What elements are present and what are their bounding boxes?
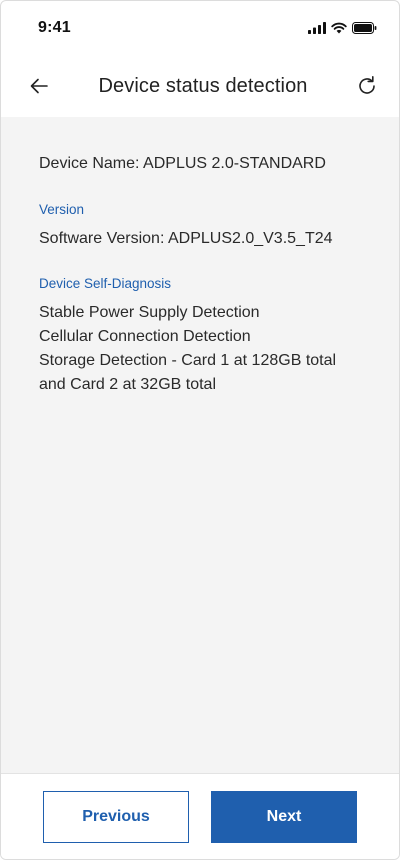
- back-arrow-icon[interactable]: [23, 70, 55, 102]
- device-name: Device Name: ADPLUS 2.0-STANDARD: [39, 155, 326, 172]
- cellular-signal-icon: [308, 22, 326, 34]
- detection-content: Device Name: ADPLUS 2.0-STANDARD Version…: [1, 117, 399, 773]
- battery-icon: [352, 22, 377, 34]
- page-title: Device status detection: [98, 74, 308, 97]
- diagnosis-item-storage: Storage Detection - Card 1 at 128GB tota…: [39, 352, 337, 393]
- version-section-label: Version: [39, 202, 85, 217]
- previous-button[interactable]: Previous: [43, 790, 189, 843]
- diagnosis-item-cellular: Cellular Connection Detection: [39, 328, 251, 345]
- diagnosis-item-power: Stable Power Supply Detection: [39, 304, 260, 321]
- status-icons: [308, 22, 377, 34]
- app-bar: Device status detection: [1, 55, 399, 117]
- status-time: 9:41: [38, 19, 71, 36]
- status-bar: 9:41: [1, 1, 399, 55]
- refresh-icon[interactable]: [351, 70, 383, 102]
- self-diagnosis-list: Stable Power Supply Detection Cellular C…: [39, 301, 361, 397]
- self-diagnosis-section-label: Device Self-Diagnosis: [39, 276, 172, 291]
- software-version: Software Version: ADPLUS2.0_V3.5_T24: [39, 230, 333, 247]
- phone-screen: 9:41 Device status detection Device Name…: [0, 0, 400, 860]
- footer-actions: Previous Next: [1, 773, 399, 859]
- wifi-icon: [331, 22, 347, 34]
- next-button[interactable]: Next: [211, 790, 357, 843]
